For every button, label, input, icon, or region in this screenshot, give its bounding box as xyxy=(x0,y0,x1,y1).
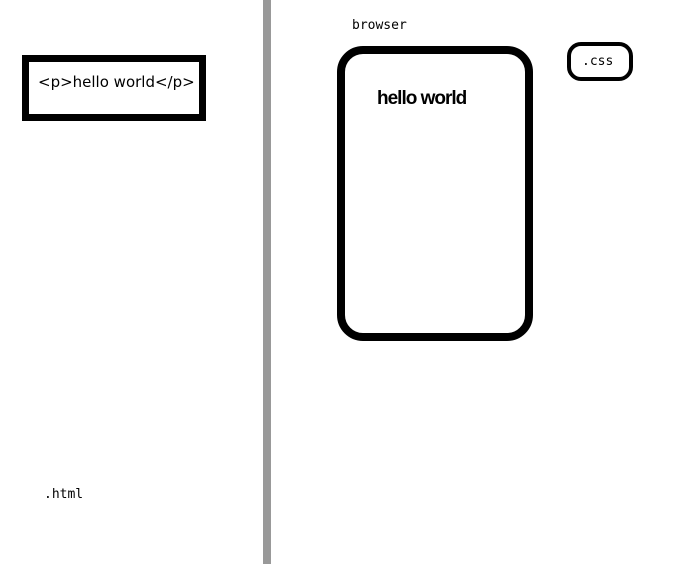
css-file-box: .css xyxy=(567,42,633,81)
css-file-label: .css xyxy=(582,54,614,69)
html-code-text: <p>hello world</p> xyxy=(38,73,195,91)
browser-rendered-text: hello world xyxy=(377,88,467,109)
panel-divider xyxy=(263,0,271,564)
html-code-box: <p>hello world</p> xyxy=(22,55,206,121)
browser-label: browser xyxy=(352,18,407,33)
browser-frame: hello world xyxy=(337,46,533,341)
html-file-label: .html xyxy=(44,487,84,502)
